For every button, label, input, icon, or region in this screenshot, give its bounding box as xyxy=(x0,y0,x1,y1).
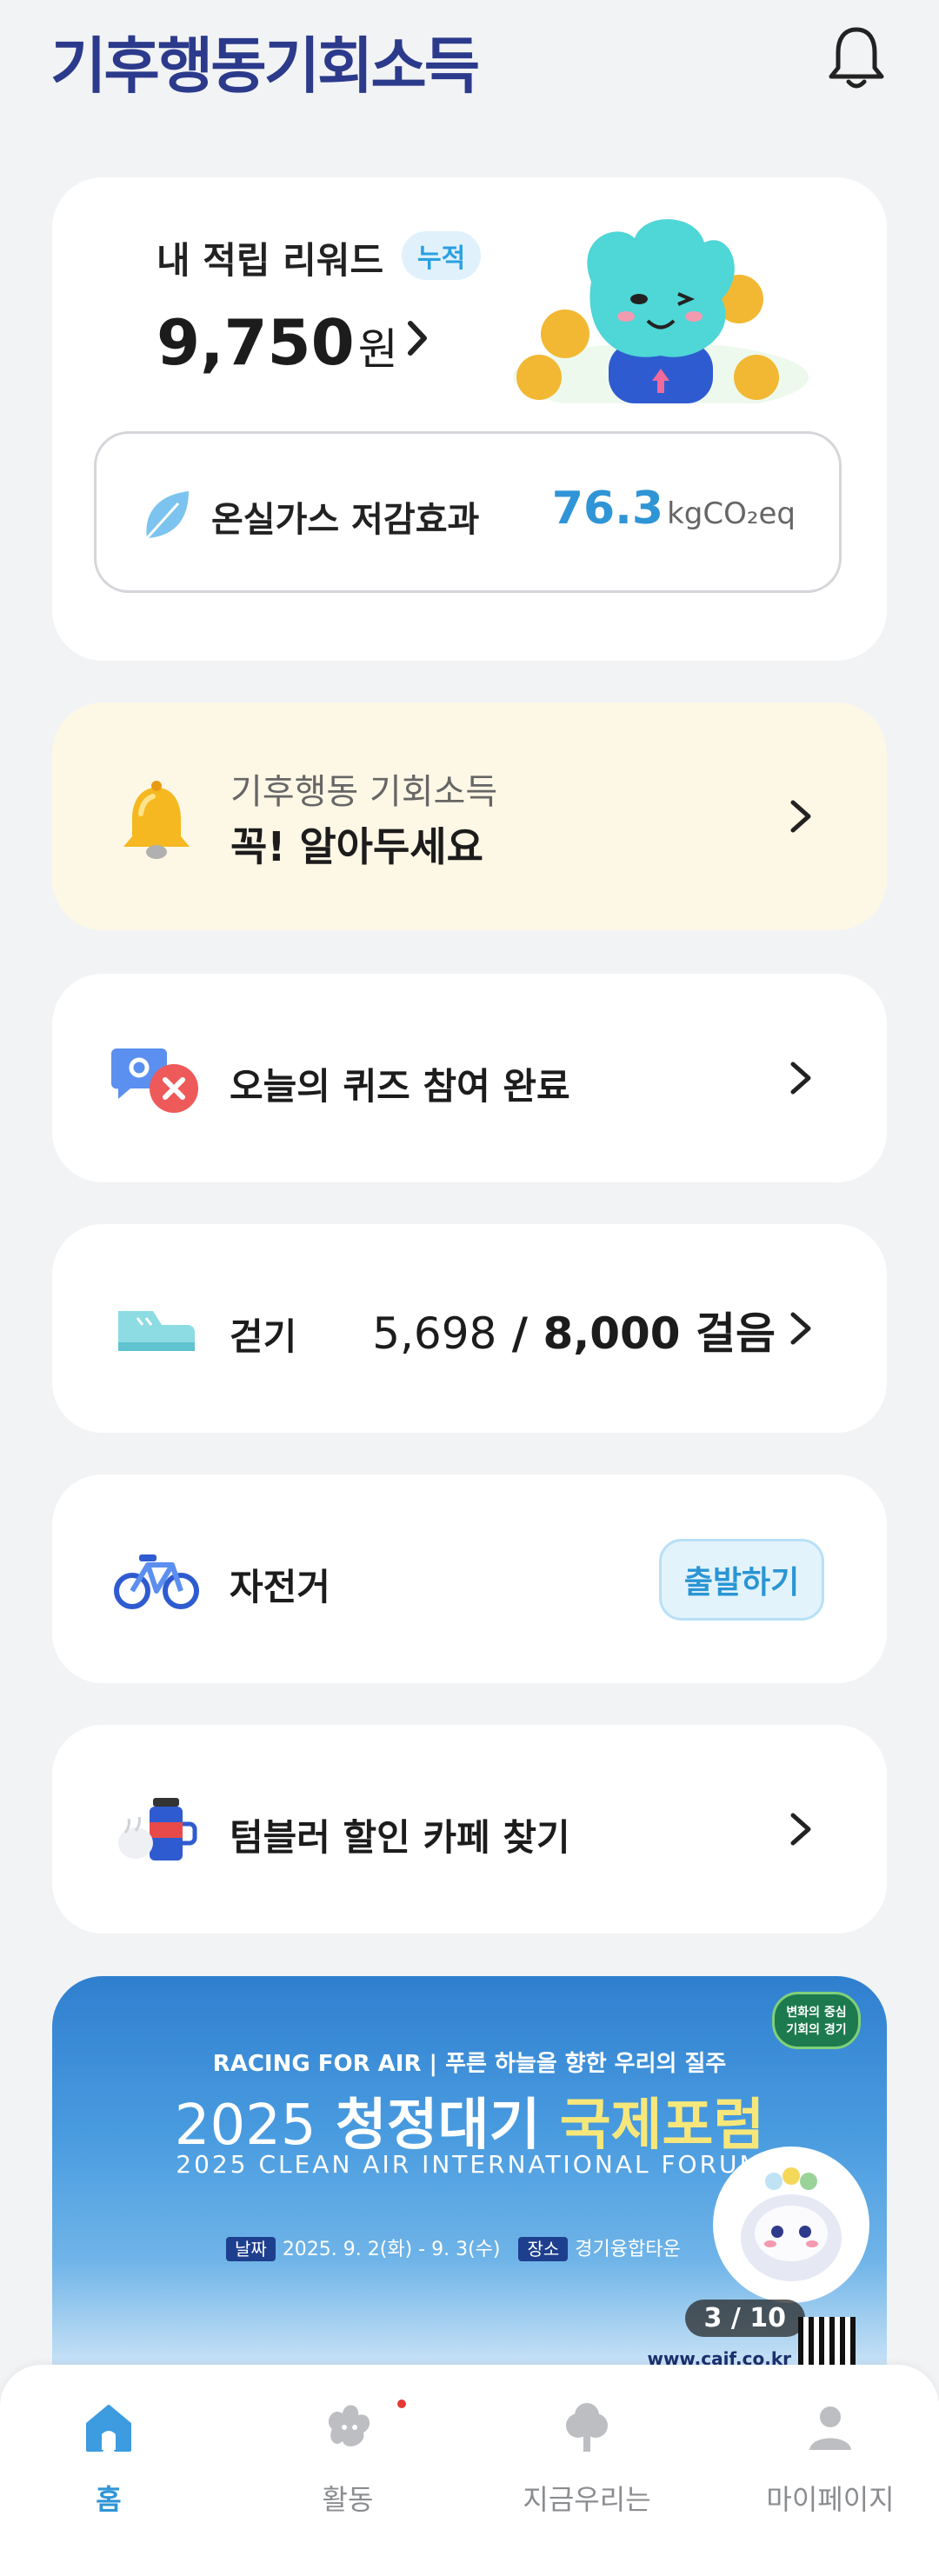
notification-dot xyxy=(397,2400,406,2408)
steps-current: 5,698 xyxy=(372,1308,497,1359)
step-counter: 5,698 / 8,000 걸음 xyxy=(372,1299,776,1361)
cumulative-badge: 누적 xyxy=(402,231,482,280)
chevron-right-icon[interactable] xyxy=(788,1810,814,1848)
mascot-illustration xyxy=(513,219,809,403)
reward-amount-value: 9,750 xyxy=(156,306,355,379)
reward-card[interactable]: 내 적립 리워드 누적 9,750원 온실가스 저감효과 76.3 kgCO₂eq xyxy=(52,177,887,661)
banner-title-accent: 국제포럼 xyxy=(559,2093,765,2158)
robot-mascot-icon xyxy=(713,2147,869,2303)
notice-subtitle: 기후행동 기회소득 xyxy=(230,772,498,812)
tumbler-card[interactable]: 텀블러 할인 카페 찾기 xyxy=(52,1725,887,1934)
ghg-reduction-box: 온실가스 저감효과 76.3 kgCO₂eq xyxy=(94,431,842,593)
ghg-number: 76.3 xyxy=(551,483,664,535)
gyeonggi-badge: 변화의 중심 기회의 경기 xyxy=(772,1992,861,2049)
date-tag: 날짜 xyxy=(226,2237,276,2261)
quiz-label: 오늘의 퀴즈 참여 완료 xyxy=(230,1065,570,1108)
banner-title-main: 청정대기 xyxy=(335,2093,541,2158)
tab-mypage-label: 마이페이지 xyxy=(766,2483,895,2516)
bell-illustration-icon xyxy=(123,781,190,859)
banner-date: 2025. 9. 2(화) - 9. 3(수) xyxy=(282,2239,501,2260)
app-logo: 기후행동기회소득 xyxy=(50,30,480,102)
home-icon xyxy=(86,2405,131,2452)
tab-activity-label: 활동 xyxy=(322,2483,374,2516)
banner-page-counter: 3 / 10 xyxy=(684,2300,805,2337)
steps-goal: 8,000 걸음 xyxy=(543,1308,776,1359)
tab-home-label: 홈 xyxy=(96,2483,122,2516)
tab-mypage[interactable]: 마이페이지 xyxy=(743,2400,917,2518)
tree-icon xyxy=(566,2403,608,2452)
tab-now-us[interactable]: 지금우리는 xyxy=(500,2400,674,2518)
banner-title: 2025 청정대기 국제포럼 xyxy=(52,2080,887,2160)
ghg-unit: kgCO₂eq xyxy=(667,496,796,531)
walk-label: 걷기 xyxy=(230,1315,297,1358)
walk-card[interactable]: 걷기 5,698 / 8,000 걸음 xyxy=(52,1224,887,1433)
bell-icon[interactable] xyxy=(826,23,887,92)
tumbler-cup-icon xyxy=(118,1798,197,1860)
shoe-icon xyxy=(118,1311,195,1351)
ghg-label: 온실가스 저감효과 xyxy=(211,500,480,540)
activity-icon xyxy=(328,2405,370,2446)
promo-banner[interactable]: 변화의 중심 기회의 경기 RACING FOR AIR | 푸른 하늘을 향한… xyxy=(52,1976,887,2381)
banner-place: 경기융합타운 xyxy=(575,2239,681,2260)
reward-title: 내 적립 리워드 xyxy=(156,239,384,282)
banner-title-year: 2025 xyxy=(174,2093,316,2158)
banner-date-place: 날짜 2025. 9. 2(화) - 9. 3(수) 장소 경기융합타운 xyxy=(226,2233,681,2261)
reward-amount[interactable]: 9,750원 xyxy=(156,306,398,379)
chevron-right-icon[interactable] xyxy=(788,1059,814,1097)
gyeonggi-badge-text: 변화의 중심 기회의 경기 xyxy=(786,2006,847,2037)
bottom-tab-bar: 홈 활동 지금우리는 마이페이지 xyxy=(0,2365,939,2576)
place-tag: 장소 xyxy=(518,2237,569,2261)
tab-activity[interactable]: 활동 xyxy=(261,2400,435,2518)
tumbler-label: 텀블러 할인 카페 찾기 xyxy=(230,1816,570,1859)
bike-card: 자전거 출발하기 xyxy=(52,1474,887,1683)
ghg-value: 76.3 kgCO₂eq xyxy=(552,483,796,535)
tab-home[interactable]: 홈 xyxy=(22,2400,196,2518)
tab-now-us-label: 지금우리는 xyxy=(523,2483,651,2516)
chevron-right-icon[interactable] xyxy=(400,316,435,360)
quiz-icon xyxy=(111,1048,198,1113)
bicycle-icon xyxy=(114,1554,199,1609)
person-icon xyxy=(809,2406,851,2450)
reward-amount-unit: 원 xyxy=(357,324,398,375)
quiz-card[interactable]: 오늘의 퀴즈 참여 완료 xyxy=(52,974,887,1182)
chevron-right-icon[interactable] xyxy=(788,1309,814,1348)
notice-title: 꼭! 알아두세요 xyxy=(230,823,483,870)
leaf-icon xyxy=(145,491,189,540)
steps-separator: / xyxy=(496,1308,543,1359)
start-ride-button[interactable]: 출발하기 xyxy=(659,1539,824,1621)
banner-kicker: RACING FOR AIR | 푸른 하늘을 향한 우리의 질주 xyxy=(212,2051,727,2077)
chevron-right-icon[interactable] xyxy=(788,797,814,835)
notice-card[interactable]: 기후행동 기회소득 꼭! 알아두세요 xyxy=(52,702,887,930)
bike-label: 자전거 xyxy=(230,1566,330,1608)
